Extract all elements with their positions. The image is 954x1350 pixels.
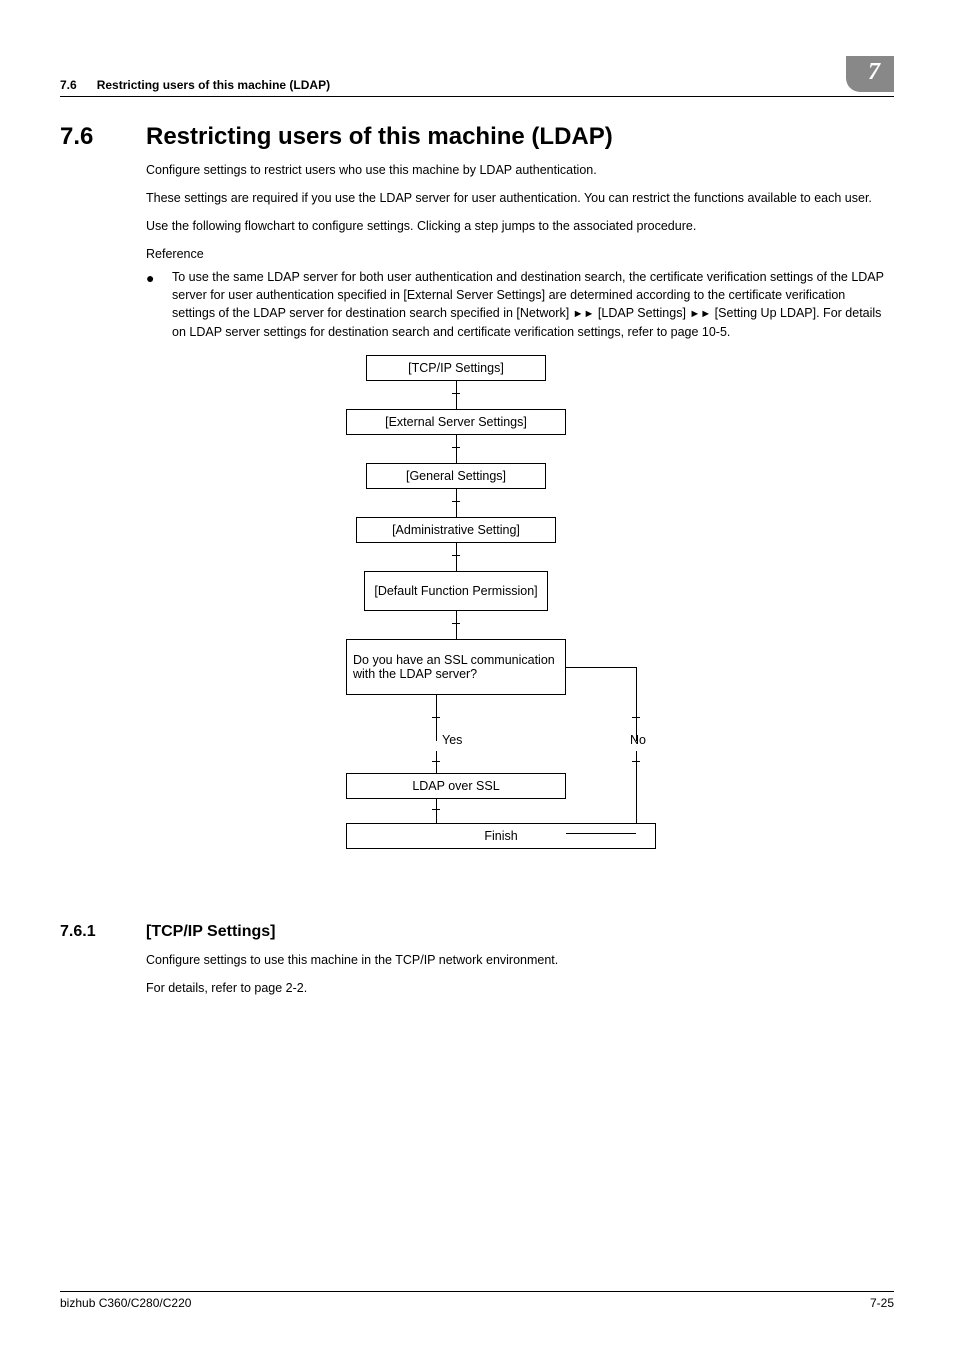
paragraph-2: These settings are required if you use t… bbox=[146, 189, 884, 207]
flow-connector bbox=[566, 833, 636, 834]
flowchart: [TCP/IP Settings] [External Server Setti… bbox=[146, 355, 894, 901]
flow-connector bbox=[436, 799, 437, 823]
flow-connector bbox=[452, 555, 460, 556]
subsection-heading: [TCP/IP Settings] bbox=[146, 923, 276, 941]
flow-connector bbox=[432, 717, 440, 718]
arrow-icon: ►► bbox=[573, 308, 595, 320]
bullet-marker: ● bbox=[146, 268, 172, 341]
flow-connector bbox=[456, 435, 457, 463]
flow-general-settings[interactable]: [General Settings] bbox=[366, 463, 546, 489]
page-footer: bizhub C360/C280/C220 7-25 bbox=[60, 1291, 894, 1310]
flow-no-label: No bbox=[630, 733, 646, 747]
subsection-number: 7.6.1 bbox=[60, 923, 146, 941]
paragraph-3: Use the following flowchart to configure… bbox=[146, 217, 884, 235]
flow-admin-setting[interactable]: [Administrative Setting] bbox=[356, 517, 556, 543]
footer-model: bizhub C360/C280/C220 bbox=[60, 1296, 191, 1310]
flow-connector bbox=[436, 751, 437, 773]
arrow-icon: ►► bbox=[689, 308, 711, 320]
flow-ldap-ssl[interactable]: LDAP over SSL bbox=[346, 773, 566, 799]
flow-connector bbox=[452, 393, 460, 394]
reference-label: Reference bbox=[146, 245, 884, 263]
chapter-badge: 7 bbox=[846, 56, 894, 92]
flow-connector bbox=[456, 543, 457, 571]
flow-connector bbox=[632, 717, 640, 718]
page-header: 7.6 Restricting users of this machine (L… bbox=[60, 56, 894, 97]
flow-connector bbox=[452, 447, 460, 448]
flow-connector bbox=[452, 501, 460, 502]
paragraph-1: Configure settings to restrict users who… bbox=[146, 161, 884, 179]
flow-connector bbox=[636, 667, 637, 741]
bullet-text: To use the same LDAP server for both use… bbox=[172, 268, 884, 341]
flow-connector bbox=[432, 809, 440, 810]
flow-yes-label: Yes bbox=[442, 733, 462, 747]
header-left: 7.6 Restricting users of this machine (L… bbox=[60, 78, 330, 92]
flow-connector bbox=[632, 761, 640, 762]
sub-paragraph-1: Configure settings to use this machine i… bbox=[146, 951, 884, 969]
header-section-name: Restricting users of this machine (LDAP) bbox=[97, 78, 330, 92]
flow-connector bbox=[456, 611, 457, 639]
subsection-title: 7.6.1 [TCP/IP Settings] bbox=[60, 923, 894, 941]
bullet-seg2: [LDAP Settings] bbox=[594, 306, 689, 320]
footer-page-number: 7-25 bbox=[870, 1296, 894, 1310]
flow-ssl-question: Do you have an SSL communication with th… bbox=[346, 639, 566, 695]
section-heading: Restricting users of this machine (LDAP) bbox=[146, 123, 613, 151]
bullet-item: ● To use the same LDAP server for both u… bbox=[146, 268, 884, 341]
flow-external-server[interactable]: [External Server Settings] bbox=[346, 409, 566, 435]
flow-connector bbox=[456, 489, 457, 517]
section-title: 7.6 Restricting users of this machine (L… bbox=[60, 123, 894, 151]
flow-connector bbox=[436, 695, 437, 741]
flow-connector bbox=[452, 623, 460, 624]
flow-connector bbox=[432, 761, 440, 762]
flow-finish: Finish bbox=[346, 823, 656, 849]
flow-connector bbox=[456, 381, 457, 409]
page: 7.6 Restricting users of this machine (L… bbox=[0, 0, 954, 1350]
flow-connector bbox=[566, 667, 636, 668]
flow-default-permission[interactable]: [Default Function Permission] bbox=[364, 571, 548, 611]
flow-connector bbox=[636, 751, 637, 833]
sub-paragraph-2: For details, refer to page 2-2. bbox=[146, 979, 884, 997]
section-number: 7.6 bbox=[60, 123, 146, 151]
flow-tcp-ip[interactable]: [TCP/IP Settings] bbox=[366, 355, 546, 381]
header-section-num: 7.6 bbox=[60, 78, 77, 92]
